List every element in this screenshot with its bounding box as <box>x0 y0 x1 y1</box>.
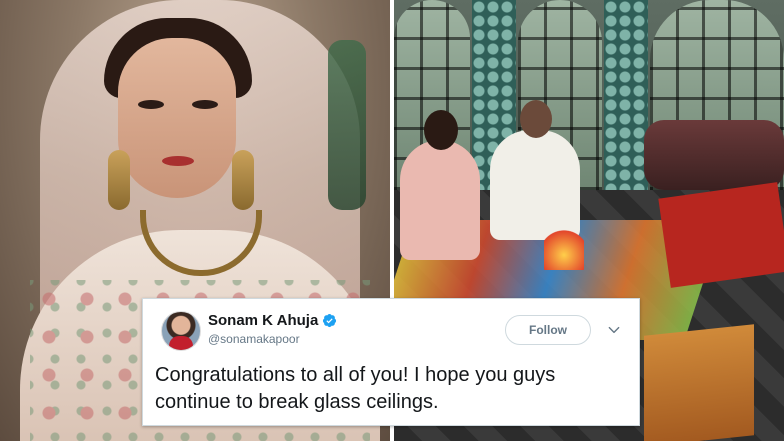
user-handle[interactable]: @sonamakapoor <box>208 332 300 346</box>
follow-button[interactable]: Follow <box>505 315 591 345</box>
avatar[interactable] <box>161 311 201 351</box>
tweet-text: Congratulations to all of you! I hope yo… <box>155 364 556 413</box>
tweet-card: Sonam K Ahuja @sonamakapoor Follow Congr… <box>142 298 640 426</box>
verified-badge-icon <box>323 313 337 328</box>
author-name-row: Sonam K Ahuja <box>208 312 337 329</box>
display-name[interactable]: Sonam K Ahuja <box>208 312 318 329</box>
chevron-down-icon[interactable] <box>607 323 621 337</box>
